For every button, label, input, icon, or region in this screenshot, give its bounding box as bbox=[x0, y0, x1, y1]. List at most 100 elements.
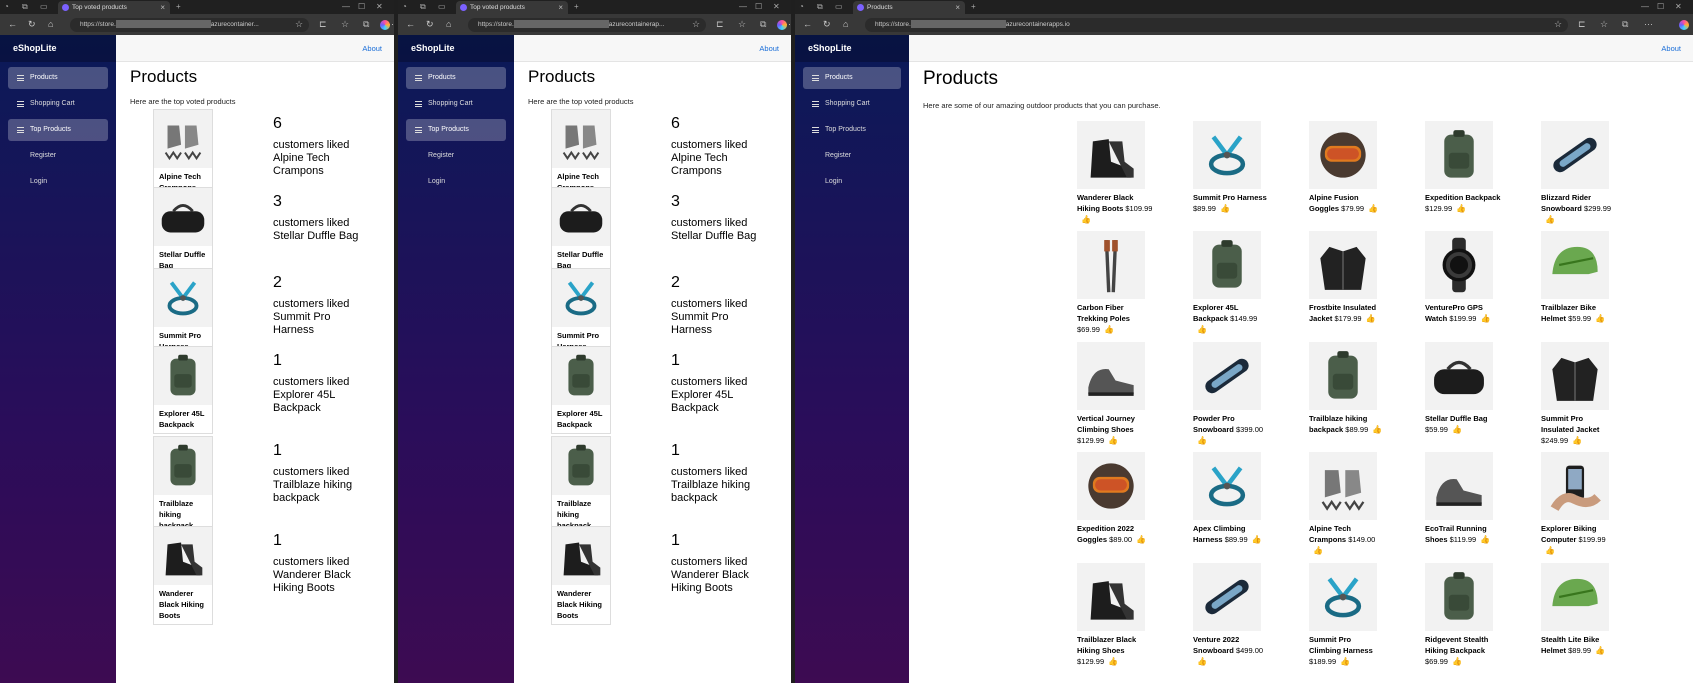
copilot-icon[interactable] bbox=[777, 20, 787, 30]
product-card[interactable]: Ridgevent Stealth Hiking Backpack $69.99… bbox=[1425, 563, 1501, 667]
product-card[interactable]: Vertical Journey Climbing Shoes $129.99 👍 bbox=[1077, 342, 1153, 446]
thumbs-up-icon[interactable]: 👍 bbox=[1456, 204, 1466, 214]
tab-actions-icon[interactable]: ▭ bbox=[40, 1, 48, 13]
thumbs-up-icon[interactable]: 👍 bbox=[1108, 436, 1118, 446]
product-card[interactable]: Summit Pro Insulated Jacket $249.99 👍 bbox=[1541, 342, 1617, 446]
thumbs-up-icon[interactable]: 👍 bbox=[1480, 535, 1490, 545]
product-card[interactable]: Wanderer Black Hiking Boots $109.99👍 bbox=[1077, 121, 1153, 225]
home-icon[interactable]: ⌂ bbox=[48, 18, 53, 30]
product-card[interactable]: Trailblaze hiking backpack bbox=[551, 436, 611, 535]
sidebar-item-shopping-cart[interactable]: Shopping Cart bbox=[8, 93, 108, 115]
collections-icon[interactable]: ⧉ bbox=[1622, 19, 1628, 30]
thumbs-up-icon[interactable]: 👍 bbox=[1368, 204, 1378, 214]
collections-icon[interactable]: ⧉ bbox=[760, 19, 766, 30]
favorites-icon[interactable]: ☆ bbox=[738, 19, 746, 30]
product-card[interactable]: Explorer 45L Backpack bbox=[551, 346, 611, 434]
maximize-icon[interactable]: ☐ bbox=[1657, 1, 1664, 13]
sidebar-item-login[interactable]: Login bbox=[8, 171, 108, 193]
sidebar-item-shopping-cart[interactable]: Shopping Cart bbox=[803, 93, 901, 115]
favorite-star-icon[interactable]: ☆ bbox=[295, 19, 303, 30]
minimize-icon[interactable]: — bbox=[739, 1, 747, 13]
profile-icon[interactable]: ◔ bbox=[799, 1, 804, 13]
address-bar[interactable]: https://store. azurecontainerapps.io bbox=[865, 18, 1568, 32]
new-tab-icon[interactable]: + bbox=[971, 1, 976, 13]
close-window-icon[interactable]: ✕ bbox=[1675, 1, 1682, 13]
thumbs-up-icon[interactable]: 👍 bbox=[1595, 646, 1605, 656]
thumbs-up-icon[interactable]: 👍 bbox=[1220, 204, 1230, 214]
thumbs-up-icon[interactable]: 👍 bbox=[1108, 657, 1118, 667]
address-bar[interactable]: https://store. azurecontainer... bbox=[70, 18, 309, 32]
tab-actions-icon[interactable]: ▭ bbox=[835, 1, 843, 13]
refresh-icon[interactable]: ↻ bbox=[28, 18, 36, 30]
profile-icon[interactable]: ◔ bbox=[4, 1, 9, 13]
about-link[interactable]: About bbox=[759, 44, 779, 53]
product-card[interactable]: Wanderer Black Hiking Boots bbox=[551, 526, 611, 625]
product-card[interactable]: Stellar Duffle Bag bbox=[153, 187, 213, 275]
collections-icon[interactable]: ⧉ bbox=[363, 19, 369, 30]
favorite-star-icon[interactable]: ☆ bbox=[1554, 19, 1562, 30]
maximize-icon[interactable]: ☐ bbox=[755, 1, 762, 13]
product-card[interactable]: Expedition Backpack $129.99 👍 bbox=[1425, 121, 1501, 214]
workspaces-icon[interactable]: ⧉ bbox=[817, 1, 823, 13]
product-card[interactable]: VenturePro GPS Watch $199.99 👍 bbox=[1425, 231, 1501, 324]
brand-logo[interactable]: eShopLite bbox=[398, 35, 514, 62]
sidebar-item-login[interactable]: Login bbox=[803, 171, 901, 193]
product-card[interactable]: Trailblazer Bike Helmet $59.99 👍 bbox=[1541, 231, 1617, 324]
product-card[interactable]: Summit Pro Harness $89.99 👍 bbox=[1193, 121, 1269, 214]
tab-actions-icon[interactable]: ▭ bbox=[438, 1, 446, 13]
favorites-icon[interactable]: ☆ bbox=[1600, 19, 1608, 30]
thumbs-up-icon[interactable]: 👍 bbox=[1452, 657, 1462, 667]
product-card[interactable]: Trailblaze hiking backpack $89.99 👍 bbox=[1309, 342, 1385, 435]
product-card[interactable]: Summit Pro Climbing Harness $189.99 👍 bbox=[1309, 563, 1385, 667]
sidebar-item-products[interactable]: Products bbox=[803, 67, 901, 89]
sidebar-item-register[interactable]: Register bbox=[8, 145, 108, 167]
thumbs-up-icon[interactable]: 👍 bbox=[1452, 425, 1462, 435]
about-link[interactable]: About bbox=[1661, 44, 1681, 53]
favorite-star-icon[interactable]: ☆ bbox=[692, 19, 700, 30]
thumbs-up-icon[interactable]: 👍 bbox=[1545, 215, 1555, 225]
browser-tab[interactable]: Top voted products × bbox=[456, 1, 568, 14]
close-window-icon[interactable]: ✕ bbox=[773, 1, 780, 13]
product-card[interactable]: EcoTrail Running Shoes $119.99 👍 bbox=[1425, 452, 1501, 545]
product-card[interactable]: Explorer 45L Backpack $149.99👍 bbox=[1193, 231, 1269, 335]
product-card[interactable]: Alpine Fusion Goggles $79.99 👍 bbox=[1309, 121, 1385, 214]
thumbs-up-icon[interactable]: 👍 bbox=[1197, 436, 1207, 446]
close-window-icon[interactable]: ✕ bbox=[376, 1, 383, 13]
product-card[interactable]: Blizzard Rider Snowboard $299.99👍 bbox=[1541, 121, 1617, 225]
thumbs-up-icon[interactable]: 👍 bbox=[1136, 535, 1146, 545]
product-card[interactable]: Alpine Tech Crampons $149.00 👍 bbox=[1309, 452, 1385, 556]
workspaces-icon[interactable]: ⧉ bbox=[420, 1, 426, 13]
thumbs-up-icon[interactable]: 👍 bbox=[1313, 546, 1323, 556]
sidebar-item-products[interactable]: Products bbox=[406, 67, 506, 89]
copilot-icon[interactable] bbox=[1679, 20, 1689, 30]
thumbs-up-icon[interactable]: 👍 bbox=[1340, 657, 1350, 667]
thumbs-up-icon[interactable]: 👍 bbox=[1197, 325, 1207, 335]
thumbs-up-icon[interactable]: 👍 bbox=[1545, 546, 1555, 556]
thumbs-up-icon[interactable]: 👍 bbox=[1595, 314, 1605, 324]
product-card[interactable]: Stellar Duffle Bag $59.99 👍 bbox=[1425, 342, 1501, 435]
product-card[interactable]: Frostbite Insulated Jacket $179.99 👍 bbox=[1309, 231, 1385, 324]
thumbs-up-icon[interactable]: 👍 bbox=[1104, 325, 1114, 335]
sidebar-item-top-products[interactable]: Top Products bbox=[803, 119, 901, 141]
sidebar-item-top-products[interactable]: Top Products bbox=[406, 119, 506, 141]
product-card[interactable]: Summit Pro Harness bbox=[153, 268, 213, 356]
back-icon[interactable]: ← bbox=[406, 18, 415, 30]
product-card[interactable]: Stealth Lite Bike Helmet $89.99 👍 bbox=[1541, 563, 1617, 656]
split-screen-icon[interactable]: ⊏ bbox=[319, 19, 327, 30]
sidebar-item-top-products[interactable]: Top Products bbox=[8, 119, 108, 141]
close-tab-icon[interactable]: × bbox=[558, 1, 563, 14]
browser-tab[interactable]: Top voted products × bbox=[58, 1, 170, 14]
thumbs-up-icon[interactable]: 👍 bbox=[1081, 215, 1091, 225]
copilot-icon[interactable] bbox=[380, 20, 390, 30]
address-bar[interactable]: https://store. azurecontainerap... bbox=[468, 18, 706, 32]
back-icon[interactable]: ← bbox=[803, 18, 812, 30]
minimize-icon[interactable]: — bbox=[1641, 1, 1649, 13]
refresh-icon[interactable]: ↻ bbox=[823, 18, 831, 30]
product-card[interactable]: Powder Pro Snowboard $399.00 👍 bbox=[1193, 342, 1269, 446]
thumbs-up-icon[interactable]: 👍 bbox=[1366, 314, 1376, 324]
home-icon[interactable]: ⌂ bbox=[446, 18, 451, 30]
brand-logo[interactable]: eShopLite bbox=[795, 35, 909, 62]
product-card[interactable]: Explorer Biking Computer $199.99👍 bbox=[1541, 452, 1617, 556]
brand-logo[interactable]: eShopLite bbox=[0, 35, 116, 62]
product-card[interactable]: Venture 2022 Snowboard $499.00 👍 bbox=[1193, 563, 1269, 667]
